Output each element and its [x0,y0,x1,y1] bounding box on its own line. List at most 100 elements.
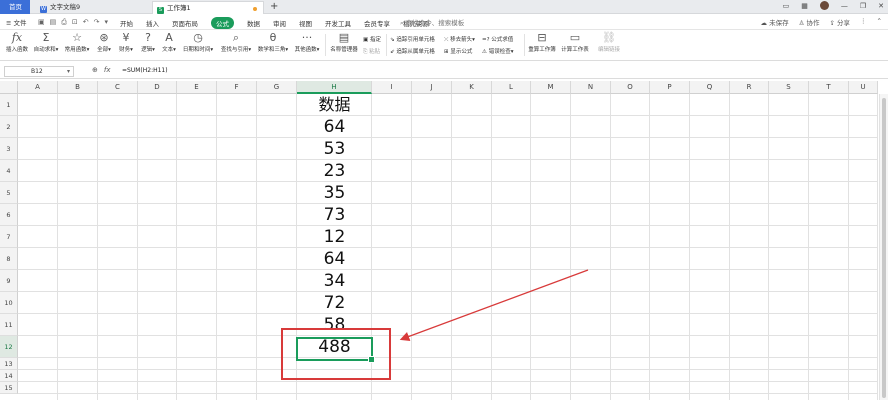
more-icon[interactable]: ⋮ [860,17,867,27]
undo-icon[interactable]: ↶ [83,18,89,27]
all-functions-button[interactable]: ⊛ 全部▾ [94,31,114,53]
column-header-h[interactable]: H [297,81,372,94]
zoom-icon[interactable]: ⊕ [92,66,98,74]
lookup-button[interactable]: ⌕ 查找与引用▾ [218,31,254,53]
cell-h5[interactable]: 35 [297,182,372,204]
cell-h9[interactable]: 34 [297,270,372,292]
row-header-7[interactable]: 7 [0,226,18,248]
close-button[interactable]: ✕ [878,2,884,10]
show-formula-button[interactable]: ⊞ 显示公式 [444,47,472,55]
common-functions-button[interactable]: ☆ 常用函数▾ [62,31,92,53]
name-box[interactable]: B12 ▾ [4,66,74,77]
new-tab-button[interactable]: + [270,0,278,13]
collapse-icon[interactable]: ⌃ [877,17,882,27]
row-header-3[interactable]: 3 [0,138,18,160]
cell-h10[interactable]: 72 [297,292,372,314]
column-header-t[interactable]: T [809,81,849,94]
column-header-s[interactable]: S [769,81,809,94]
save-icon[interactable]: ▣ [38,18,45,27]
column-header-d[interactable]: D [138,81,177,94]
edit-links-button[interactable]: ⛓ 编辑链接 [596,31,622,53]
menu-item[interactable]: 审阅 [273,18,286,28]
formula-input[interactable]: =SUM(H2:H11) [122,67,168,74]
print-icon[interactable]: ⎙ [61,18,67,27]
menu-item-formula[interactable]: 公式 [211,16,234,29]
row-header-2[interactable]: 2 [0,116,18,138]
menu-item[interactable]: 开发工具 [325,18,351,28]
tab-workbook[interactable]: S 工作簿1 [152,1,264,14]
share-button[interactable]: ⇪ 分享 [830,17,851,27]
column-header-b[interactable]: B [58,81,98,94]
column-header-c[interactable]: C [98,81,138,94]
column-header-l[interactable]: L [492,81,531,94]
cell-h4[interactable]: 23 [297,160,372,182]
menu-item[interactable]: 视图 [299,18,312,28]
evaluate-formula-button[interactable]: =? 公式求值 [482,35,513,43]
column-header-o[interactable]: O [611,81,650,94]
column-header-j[interactable]: J [412,81,452,94]
row-header-1[interactable]: 1 [0,94,18,116]
column-header-q[interactable]: Q [690,81,730,94]
row-header-12[interactable]: 12 [0,336,18,358]
cell-h3[interactable]: 53 [297,138,372,160]
error-check-button[interactable]: ⚠ 错误检查▾ [482,47,513,55]
paste-button[interactable]: ⎘ 粘贴 [363,47,380,56]
logic-button[interactable]: ? 逻辑▾ [138,31,158,53]
row-header-9[interactable]: 9 [0,270,18,292]
column-header-k[interactable]: K [452,81,492,94]
chevron-down-icon[interactable]: ▾ [67,67,70,76]
calc-sheet-button[interactable]: ▭ 计算工作表 [560,31,590,53]
cell-h6[interactable]: 73 [297,204,372,226]
trace-precedents-button[interactable]: ⇘ 追踪引用单元格 [390,35,435,43]
column-header-m[interactable]: M [531,81,571,94]
math-button[interactable]: θ 数学和三角▾ [256,31,290,53]
row-header-14[interactable]: 14 [0,370,18,382]
avatar[interactable] [819,1,829,10]
column-header-g[interactable]: G [257,81,297,94]
column-header-f[interactable]: F [217,81,257,94]
recalc-workbook-button[interactable]: ⊟ 重算工作簿 [527,31,557,53]
tab-document[interactable]: W 文字文稿9 [36,1,146,14]
collab-button[interactable]: ♙ 协作 [799,17,820,27]
command-search[interactable]: ⌕ 查找命令、搜索模板 [400,17,464,28]
cell-h2[interactable]: 64 [297,116,372,138]
unsaved-status[interactable]: ☁ 未保存 [761,17,789,27]
vertical-scrollbar[interactable] [879,94,888,400]
menu-item[interactable]: 会员专享 [364,18,390,28]
trace-dependents-button[interactable]: ⇙ 追踪从属单元格 [390,47,435,55]
row-header-6[interactable]: 6 [0,204,18,226]
datetime-button[interactable]: ◷ 日期和时间▾ [180,31,216,53]
text-button[interactable]: A 文本▾ [160,31,178,53]
row-header-13[interactable]: 13 [0,358,18,370]
other-functions-button[interactable]: ··· 其他函数▾ [292,31,322,53]
selected-cell[interactable] [296,337,375,363]
redo-icon[interactable]: ↷ [94,18,100,27]
cell-h1-header[interactable]: 数据 [297,94,372,116]
insert-function-button[interactable]: fx 插入函数 [4,31,30,53]
fx-icon[interactable]: fx [104,66,111,74]
spreadsheet-grid[interactable]: A B C D E F G H I J K L M N O P Q R S T U 1 2 3 4 5 6 7 8 9 10 11 12 13 14… [0,81,888,400]
grid-icon[interactable]: ▦ [801,2,808,10]
remove-arrows-button[interactable]: ⤫ 移去箭头▾ [444,35,475,44]
row-header-11[interactable]: 11 [0,314,18,336]
name-manager-button[interactable]: ▤ 名称管理器 [328,31,360,53]
column-header-r[interactable]: R [730,81,769,94]
chevron-down-icon[interactable]: ▾ [104,18,108,27]
menu-item[interactable]: 插入 [146,18,159,28]
row-header-15[interactable]: 15 [0,382,18,394]
finance-button[interactable]: ¥ 财务▾ [116,31,136,53]
cell-h8[interactable]: 64 [297,248,372,270]
autosum-button[interactable]: Σ 自动求和▾ [32,31,60,53]
row-header-8[interactable]: 8 [0,248,18,270]
preview-icon[interactable]: ⊡ [72,18,78,27]
menu-item[interactable]: 数据 [247,18,260,28]
column-header-u[interactable]: U [849,81,878,94]
tab-home[interactable]: 首页 [0,0,30,14]
column-header-p[interactable]: P [650,81,690,94]
menu-item[interactable]: 页面布局 [172,18,198,28]
row-header-10[interactable]: 10 [0,292,18,314]
column-header-e[interactable]: E [177,81,217,94]
scrollbar-thumb[interactable] [882,98,886,398]
minimize-button[interactable]: — [841,2,848,10]
row-header-5[interactable]: 5 [0,182,18,204]
